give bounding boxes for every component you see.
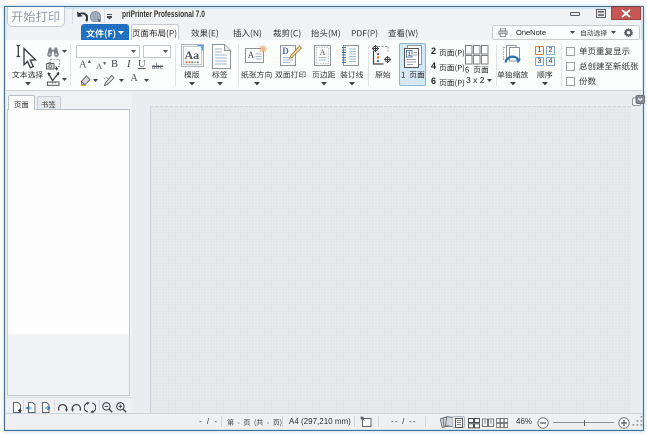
- svg-text:A: A: [248, 50, 255, 60]
- svg-text:A: A: [320, 48, 326, 57]
- svg-text:D: D: [282, 46, 289, 56]
- svg-text:Aa: Aa: [184, 48, 199, 62]
